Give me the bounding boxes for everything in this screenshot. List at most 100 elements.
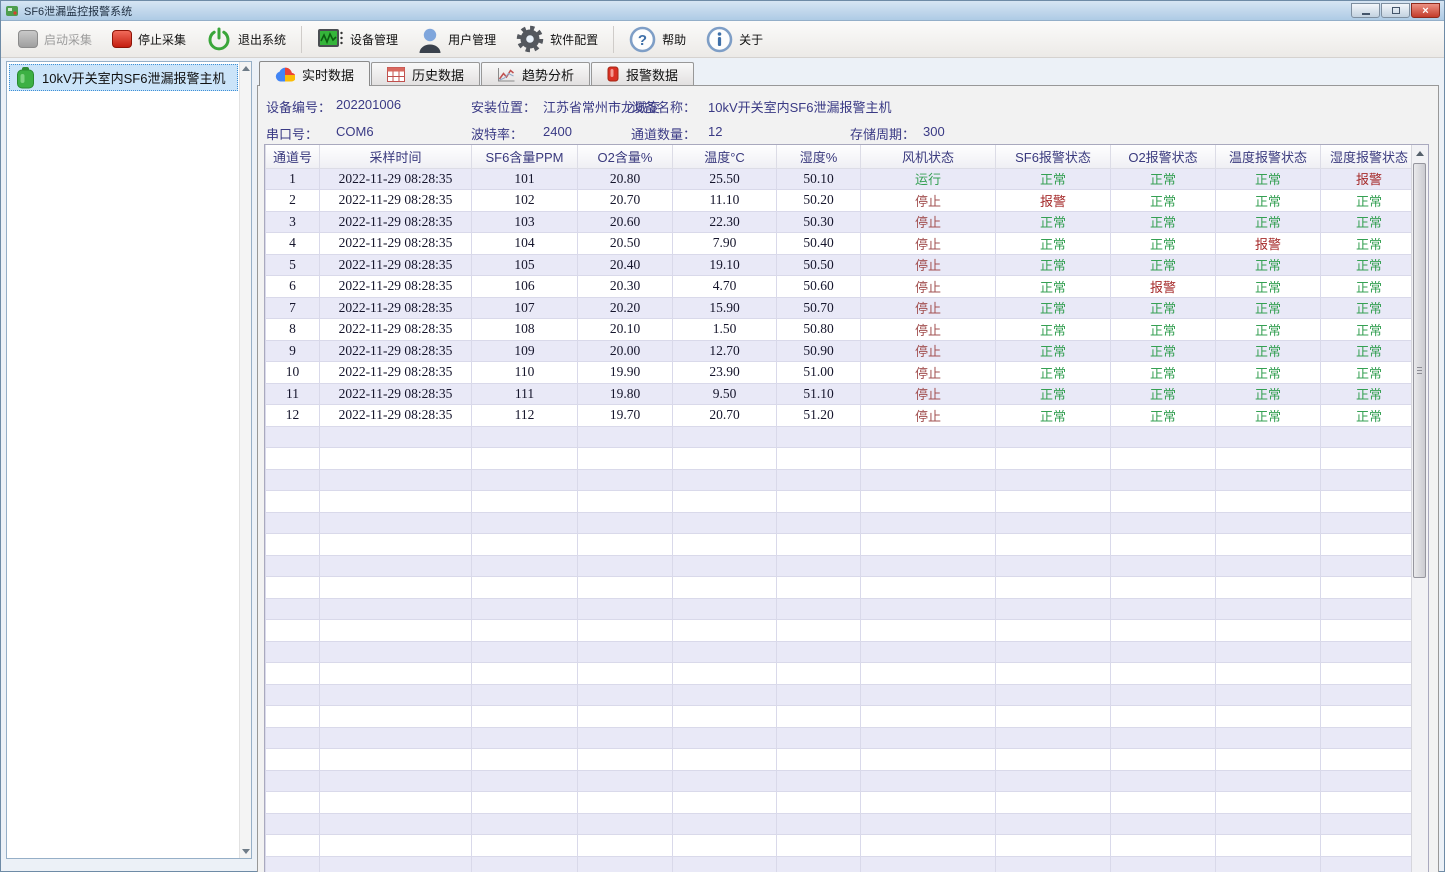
- titlebar: SF6泄漏监控报警系统 ×: [1, 1, 1444, 21]
- help-button[interactable]: ? 帮助: [620, 23, 695, 56]
- table-empty-row: [266, 663, 1412, 685]
- cell-hum_alarm: 正常: [1321, 211, 1412, 233]
- cell-fan: 停止: [861, 362, 996, 384]
- cell-temp_alarm: 正常: [1216, 297, 1321, 319]
- exit-system-button[interactable]: 退出系统: [197, 23, 295, 55]
- cell-hum_alarm: 正常: [1321, 233, 1412, 255]
- app-icon: [5, 4, 19, 18]
- column-header[interactable]: SF6报警状态: [996, 145, 1111, 168]
- column-header[interactable]: SF6含量PPM: [472, 145, 578, 168]
- cell-o2: 20.20: [578, 297, 673, 319]
- storage-period-label: 存储周期：: [850, 124, 915, 143]
- cell-temp_alarm: 正常: [1216, 254, 1321, 276]
- cell-ch: 7: [266, 297, 320, 319]
- scroll-up-icon[interactable]: [242, 66, 250, 71]
- cell-temp_alarm: 正常: [1216, 340, 1321, 362]
- table-row[interactable]: 12022-11-29 08:28:3510120.8025.5050.10运行…: [266, 168, 1412, 190]
- cell-o2: 20.40: [578, 254, 673, 276]
- table-row[interactable]: 42022-11-29 08:28:3510420.507.9050.40停止正…: [266, 233, 1412, 255]
- cell-o2: 20.00: [578, 340, 673, 362]
- cell-fan: 停止: [861, 383, 996, 405]
- table-empty-row: [266, 555, 1412, 577]
- column-header[interactable]: 湿度报警状态: [1321, 145, 1412, 168]
- maximize-button[interactable]: [1381, 3, 1410, 18]
- cell-o2_alarm: 正常: [1111, 340, 1216, 362]
- tab-realtime-data[interactable]: 实时数据: [259, 61, 370, 86]
- cell-fan: 运行: [861, 168, 996, 190]
- tab-alarm-data[interactable]: 报警数据: [591, 62, 694, 85]
- cell-temp_alarm: 正常: [1216, 211, 1321, 233]
- table-row[interactable]: 22022-11-29 08:28:3510220.7011.1050.20停止…: [266, 190, 1412, 212]
- table-row[interactable]: 102022-11-29 08:28:3511019.9023.9051.00停…: [266, 362, 1412, 384]
- close-button[interactable]: ×: [1411, 3, 1440, 18]
- cell-temp: 1.50: [673, 319, 777, 341]
- help-label: 帮助: [662, 31, 686, 48]
- sidebar-item-device[interactable]: 10kV开关室内SF6泄漏报警主机: [9, 64, 238, 91]
- cell-fan: 停止: [861, 405, 996, 427]
- cell-temp: 11.10: [673, 190, 777, 212]
- close-icon: ×: [1422, 5, 1428, 17]
- minimize-button[interactable]: [1351, 3, 1380, 18]
- channel-count-label: 通道数量：: [631, 124, 696, 143]
- table-empty-row: [266, 835, 1412, 857]
- cell-o2: 20.50: [578, 233, 673, 255]
- table-empty-row: [266, 577, 1412, 599]
- device-id-label: 设备编号：: [266, 97, 331, 116]
- toolbar-separator: [613, 26, 614, 53]
- column-header[interactable]: 湿度%: [777, 145, 861, 168]
- table-row[interactable]: 122022-11-29 08:28:3511219.7020.7051.20停…: [266, 405, 1412, 427]
- cell-sf6_alarm: 正常: [996, 211, 1111, 233]
- start-capture-button[interactable]: 启动采集: [9, 27, 101, 51]
- cell-ch: 5: [266, 254, 320, 276]
- cell-hum_alarm: 报警: [1321, 168, 1412, 190]
- column-header[interactable]: O2报警状态: [1111, 145, 1216, 168]
- cell-fan: 停止: [861, 319, 996, 341]
- software-config-button[interactable]: 软件配置: [507, 22, 607, 56]
- tab-trend-analysis[interactable]: 趋势分析: [481, 62, 590, 85]
- user-management-label: 用户管理: [448, 31, 496, 48]
- table-row[interactable]: 62022-11-29 08:28:3510620.304.7050.60停止正…: [266, 276, 1412, 298]
- about-button[interactable]: 关于: [697, 23, 772, 56]
- device-id-value: 202201006: [336, 97, 401, 112]
- column-header[interactable]: 通道号: [266, 145, 320, 168]
- column-header[interactable]: 温度°C: [673, 145, 777, 168]
- table-empty-row: [266, 727, 1412, 749]
- device-management-button[interactable]: 设备管理: [308, 25, 407, 53]
- tab-history-data[interactable]: 历史数据: [371, 62, 480, 85]
- table-empty-row: [266, 706, 1412, 728]
- cell-o2: 19.80: [578, 383, 673, 405]
- user-management-button[interactable]: 用户管理: [409, 23, 505, 56]
- table-row[interactable]: 82022-11-29 08:28:3510820.101.5050.80停止正…: [266, 319, 1412, 341]
- column-header[interactable]: O2含量%: [578, 145, 673, 168]
- table-row[interactable]: 72022-11-29 08:28:3510720.2015.9050.70停止…: [266, 297, 1412, 319]
- svg-text:?: ?: [638, 32, 647, 49]
- cell-temp: 15.90: [673, 297, 777, 319]
- install-location-label: 安装位置：: [471, 97, 536, 116]
- scrollbar-thumb[interactable]: [1413, 163, 1426, 578]
- sidebar-scrollbar[interactable]: [239, 62, 251, 858]
- cell-o2_alarm: 正常: [1111, 319, 1216, 341]
- table-row[interactable]: 32022-11-29 08:28:3510320.6022.3050.30停止…: [266, 211, 1412, 233]
- column-header[interactable]: 采样时间: [320, 145, 472, 168]
- stop-capture-button[interactable]: 停止采集: [103, 27, 195, 51]
- data-table-area: 通道号采样时间SF6含量PPMO2含量%温度°C湿度%风机状态SF6报警状态O2…: [265, 145, 1411, 872]
- serial-port-label: 串口号：: [266, 124, 318, 143]
- table-row[interactable]: 92022-11-29 08:28:3510920.0012.7050.90停止…: [266, 340, 1412, 362]
- column-header[interactable]: 风机状态: [861, 145, 996, 168]
- software-config-label: 软件配置: [550, 31, 598, 48]
- table-row[interactable]: 52022-11-29 08:28:3510520.4019.1050.50停止…: [266, 254, 1412, 276]
- table-row[interactable]: 112022-11-29 08:28:3511119.809.5051.10停止…: [266, 383, 1412, 405]
- table-empty-row: [266, 641, 1412, 663]
- cell-sf6: 103: [472, 211, 578, 233]
- cell-hum: 51.10: [777, 383, 861, 405]
- cell-time: 2022-11-29 08:28:35: [320, 168, 472, 190]
- scroll-up-button[interactable]: [1412, 145, 1428, 162]
- column-header[interactable]: 温度报警状态: [1216, 145, 1321, 168]
- cell-sf6: 109: [472, 340, 578, 362]
- table-scrollbar[interactable]: [1411, 145, 1428, 872]
- table-empty-row: [266, 491, 1412, 513]
- cell-hum: 50.90: [777, 340, 861, 362]
- cell-o2: 19.90: [578, 362, 673, 384]
- cell-o2_alarm: 正常: [1111, 383, 1216, 405]
- scroll-down-icon[interactable]: [242, 849, 250, 854]
